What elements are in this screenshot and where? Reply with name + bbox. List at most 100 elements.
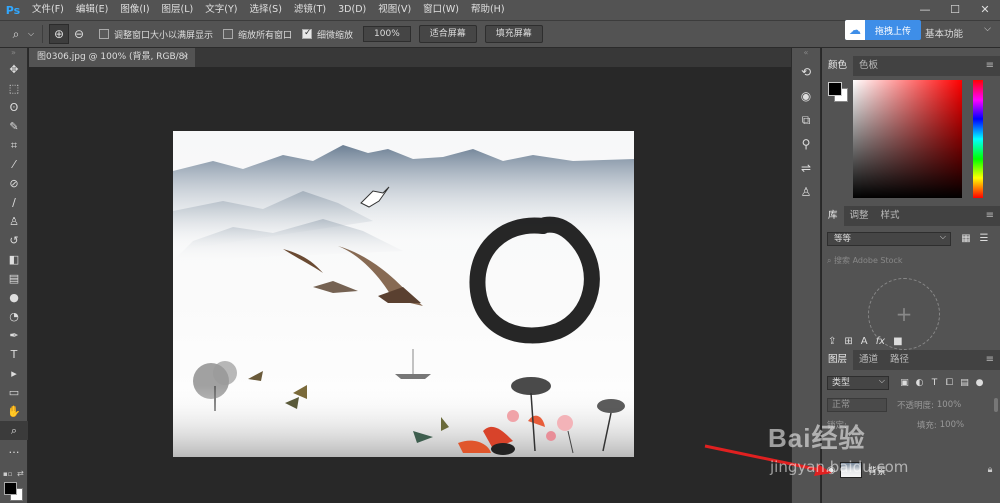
photoshop-logo: Ps [5,3,21,17]
document-image[interactable] [173,131,634,457]
maximize-button[interactable]: ☐ [940,0,970,20]
document-tab[interactable]: 图0306.jpg @ 100% (背景, RGB/8) * × [29,48,195,81]
quick-select-tool[interactable]: ✎ [0,117,28,136]
pixel-filter-icon[interactable]: ▣ [897,378,912,388]
menu-select[interactable]: 选择(S) [243,0,287,20]
tab-adjustments[interactable]: 调整 [844,206,875,226]
pen-tool[interactable]: ✒ [0,326,28,345]
crop-tool[interactable]: ⌗ [0,136,28,155]
fx-icon[interactable]: fx [876,336,885,347]
upload-icon[interactable]: ⇪ [828,336,836,347]
clone-source-icon[interactable]: ⧉ [792,108,820,132]
shape-filter-icon[interactable]: ⧠ [942,378,957,388]
library-select[interactable]: 等等 [827,231,951,246]
swap-colors-icon[interactable]: ⇄ [17,469,24,478]
edit-toolbar[interactable]: … [0,440,28,459]
list-view-icon[interactable]: ☰ [977,232,991,246]
panel-menu-icon[interactable]: ≡ [986,350,994,370]
opacity-value[interactable]: 100% [937,400,961,410]
resize-windows-checkbox[interactable]: 调整窗口大小以满屏显示 [99,28,213,41]
hue-slider[interactable] [973,80,983,198]
dodge-tool[interactable]: ◔ [0,307,28,326]
eraser-tool[interactable]: ◧ [0,250,28,269]
smart-filter-icon[interactable]: ▤ [957,378,972,388]
menu-view[interactable]: 视图(V) [372,0,417,20]
stock-search[interactable]: ⌕ 搜索 Adobe Stock [827,254,995,268]
menu-help[interactable]: 帮助(H) [465,0,511,20]
color-panel-tabs: 颜色 色板 ≡ [822,56,1000,76]
layer-kind-select[interactable]: 类型 [827,375,889,390]
text-style-icon[interactable]: A [861,336,868,347]
zoom-all-checkbox[interactable]: 缩放所有窗口 [223,28,292,41]
history-brush-tool[interactable]: ↺ [0,231,28,250]
toolbar-grip[interactable]: » [0,48,27,60]
eyedropper-tool[interactable]: ⁄ [0,155,28,174]
menu-file[interactable]: 文件(F) [26,0,70,20]
fill-screen-button[interactable]: 填充屏幕 [484,25,543,43]
move-tool[interactable]: ✥ [0,60,28,79]
foreground-color[interactable] [4,482,17,495]
menu-layer[interactable]: 图层(L) [156,0,200,20]
history-icon[interactable]: ⟲ [792,60,820,84]
chevron-down-icon[interactable]: ⌵ [26,24,36,44]
menu-image[interactable]: 图像(I) [114,0,155,20]
panel-menu-icon[interactable]: ≡ [986,206,994,226]
zoom-percent-field[interactable]: 100% [363,26,411,42]
path-select-tool[interactable]: ▸ [0,364,28,383]
close-window-button[interactable]: ✕ [970,0,1000,20]
color-swatches[interactable]: ▪▫ ⇄ [3,469,25,501]
type-filter-icon[interactable]: T [927,378,942,388]
tab-swatches[interactable]: 色板 [853,56,884,76]
menu-window[interactable]: 窗口(W) [417,0,465,20]
zoom-out-icon[interactable]: ⊖ [69,24,89,44]
blur-tool[interactable]: ● [0,288,28,307]
gradient-tool[interactable]: ▤ [0,269,28,288]
upload-button[interactable]: ☁ 拖拽上传 [845,20,921,40]
tab-paths[interactable]: 路径 [884,350,915,370]
brush-settings-icon[interactable]: ⚲ [792,132,820,156]
type-tool[interactable]: T [0,345,28,364]
menu-3d[interactable]: 3D(D) [332,0,372,20]
tab-color[interactable]: 颜色 [822,56,854,76]
menu-edit[interactable]: 编辑(E) [70,0,114,20]
color-field[interactable] [853,80,962,198]
library-footer: ⇪ ⊞ A fx ■ [822,332,1000,350]
layers-scrollbar[interactable] [994,398,998,412]
close-tab-icon[interactable]: × [181,48,189,67]
scrubby-zoom-checkbox[interactable]: 细微缩放 [302,28,353,41]
adjustment-filter-icon[interactable]: ◐ [912,378,927,388]
color-chip-icon[interactable]: ■ [893,336,902,347]
minimize-button[interactable]: — [910,0,940,20]
panel-menu-icon[interactable]: ≡ [986,56,994,76]
foreground-swatch[interactable] [828,82,842,96]
strip-grip[interactable]: « [792,48,820,60]
lasso-tool[interactable]: ʘ [0,98,28,117]
lock-icon: 🔒︎ [987,465,993,475]
properties-icon[interactable]: ◉ [792,84,820,108]
tab-layers[interactable]: 图层 [822,350,854,370]
filter-toggle-icon[interactable]: ● [972,378,987,388]
layer-add-icon[interactable]: ⊞ [844,336,852,347]
fit-screen-button[interactable]: 适合屏幕 [418,25,477,43]
marquee-tool[interactable]: ⬚ [0,79,28,98]
stamp-tool[interactable]: ♙ [0,212,28,231]
blend-mode-select[interactable]: 正常 [827,398,887,412]
workspace-select[interactable]: 基本功能 [925,24,995,42]
grid-view-icon[interactable]: ▦ [959,232,973,246]
menu-type[interactable]: 文字(Y) [199,0,243,20]
stamp-icon[interactable]: ♙ [792,180,820,204]
adjustments-icon[interactable]: ⇌ [792,156,820,180]
zoom-in-icon[interactable]: ⊕ [49,24,69,44]
zoom-icon[interactable]: ⌕ [6,24,26,44]
hand-tool[interactable]: ✋ [0,402,28,421]
default-colors-icon[interactable]: ▪▫ [3,470,13,478]
zoom-tool[interactable]: ⌕ [0,421,28,440]
shape-tool[interactable]: ▭ [0,383,28,402]
brush-tool[interactable]: ∕ [0,193,28,212]
watermark-brand: Bai经验 [768,423,866,453]
menu-filter[interactable]: 滤镜(T) [288,0,332,20]
healing-tool[interactable]: ⊘ [0,174,28,193]
tab-channels[interactable]: 通道 [853,350,884,370]
tab-styles[interactable]: 样式 [875,206,906,226]
tab-libraries[interactable]: 库 [822,206,844,226]
